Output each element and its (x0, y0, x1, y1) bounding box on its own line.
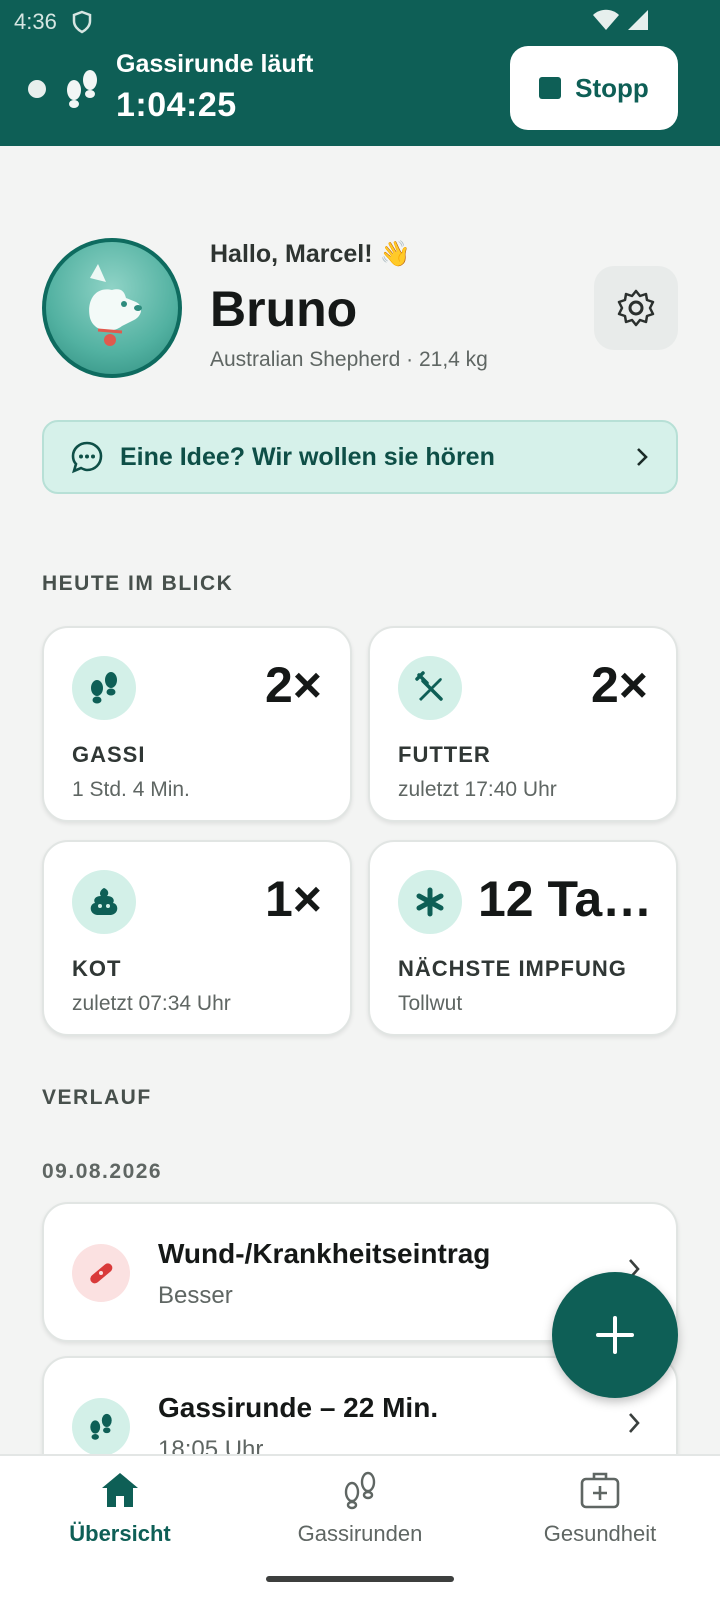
gear-icon (617, 289, 655, 327)
settings-button[interactable] (594, 266, 678, 350)
stat-detail: Tollwut (398, 992, 463, 1015)
stat-detail: 1 Std. 4 Min. (72, 778, 190, 801)
stat-value: 12 Ta… (478, 871, 653, 927)
paws-icon (72, 656, 136, 720)
nav-item-gesundheit[interactable]: Gesundheit (480, 1470, 720, 1547)
walk-elapsed-time: 1:04:25 (116, 86, 237, 124)
walk-status-title: Gassirunde läuft (116, 50, 314, 78)
section-heading-today: HEUTE IM BLICK (42, 572, 234, 595)
shield-icon (72, 10, 92, 34)
stat-label: GASSI (72, 742, 146, 767)
nav-label: Übersicht (69, 1521, 171, 1546)
entry-title: Gassirunde – 22 Min. (158, 1392, 439, 1423)
active-walk-banner: Gassirunde läuft 1:04:25 Stopp (0, 44, 720, 146)
paws-icon (72, 1398, 130, 1456)
medical-case-icon (580, 1472, 620, 1509)
section-heading-history: VERLAUF (42, 1086, 152, 1109)
entry-subtitle: Besser (158, 1282, 233, 1309)
dog-name: Bruno (210, 281, 358, 337)
cutlery-icon (398, 656, 462, 720)
stat-card-gassi[interactable]: 2× GASSI 1 Std. 4 Min. (42, 626, 352, 822)
nav-label: Gassirunden (297, 1521, 423, 1546)
home-icon (102, 1473, 138, 1507)
signal-icon (628, 10, 648, 30)
feedback-banner[interactable]: Eine Idee? Wir wollen sie hören (42, 420, 678, 494)
bandage-icon (72, 1244, 130, 1302)
stat-label: FUTTER (398, 742, 491, 767)
status-time: 4:36 (14, 9, 57, 34)
plus-icon (596, 1316, 634, 1354)
stat-label: KOT (72, 956, 122, 981)
stat-card-kot[interactable]: 1× KOT zuletzt 07:34 Uhr (42, 840, 352, 1036)
stat-card-futter[interactable]: 2× FUTTER zuletzt 17:40 Uhr (368, 626, 678, 822)
nav-label: Gesundheit (543, 1521, 657, 1546)
feedback-label: Eine Idee? Wir wollen sie hören (120, 442, 495, 471)
status-bar: 4:36 (0, 0, 720, 44)
paws-icon (67, 70, 97, 108)
greeting-text: Hallo, Marcel! 👋 (210, 240, 411, 268)
poop-icon (72, 870, 136, 934)
add-entry-button[interactable] (552, 1272, 678, 1398)
dog-breed-weight: Australian Shepherd · 21,4 kg (210, 348, 488, 371)
chevron-right-icon (637, 448, 648, 466)
gesture-home-bar[interactable] (266, 1576, 454, 1582)
asterisk-icon (398, 870, 462, 934)
stat-label: NÄCHSTE IMPFUNG (398, 956, 627, 981)
wifi-icon (593, 9, 619, 30)
history-date: 09.08.2026 (42, 1160, 163, 1183)
chevron-right-icon (629, 1413, 640, 1433)
stat-value: 2× (264, 657, 322, 713)
entry-title: Wund-/Krankheitseintrag (158, 1238, 491, 1269)
stop-walk-button[interactable]: Stopp (510, 46, 678, 130)
recording-dot (28, 80, 46, 98)
walk-icon (344, 1471, 376, 1510)
stat-detail: zuletzt 17:40 Uhr (398, 778, 557, 801)
dog-icon (89, 264, 142, 346)
stop-icon (539, 77, 562, 99)
chat-bubble-icon (71, 441, 103, 474)
stat-detail: zuletzt 07:34 Uhr (72, 992, 231, 1015)
stat-value: 1× (264, 871, 322, 927)
stop-button-label: Stopp (575, 72, 649, 103)
dog-avatar[interactable] (42, 238, 182, 378)
stat-value: 2× (590, 657, 648, 713)
stat-card-impfung[interactable]: 12 Ta… NÄCHSTE IMPFUNG Tollwut (368, 840, 678, 1036)
nav-item-uebersicht[interactable]: Übersicht (0, 1470, 240, 1547)
nav-item-gassirunden[interactable]: Gassirunden (240, 1470, 480, 1547)
